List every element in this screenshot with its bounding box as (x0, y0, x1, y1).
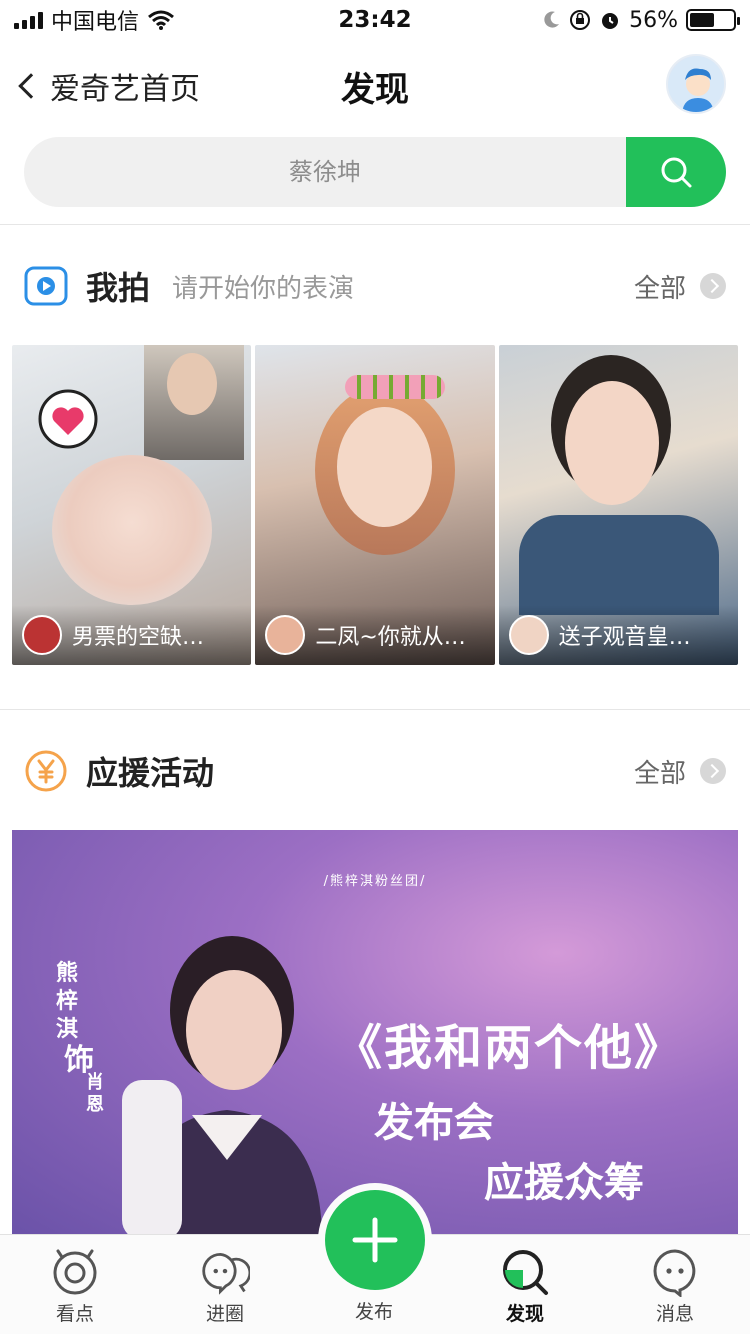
avatar[interactable] (666, 54, 726, 114)
tab-xiaoxi[interactable]: 消息 (600, 1235, 750, 1334)
chevron-left-icon (18, 73, 44, 99)
video-list: 男票的空缺… 二凤~你就从… 送子观音皇… (12, 345, 738, 665)
banner-actor-name: 熊梓淇 (56, 961, 79, 1042)
video-card[interactable]: 二凤~你就从… (255, 345, 495, 665)
tab-bar: 看点 进圈 发现 消息 发布 (0, 1183, 750, 1334)
video-title: 二凤~你就从… (315, 625, 466, 650)
banner-title: 《我和两个他》 (334, 1020, 685, 1076)
play-icon (24, 264, 68, 308)
banner-role-name: 肖恩 (86, 1072, 104, 1115)
chevron-right-icon (700, 758, 726, 784)
section-title: 我拍 (86, 269, 151, 307)
video-card[interactable]: 送子观音皇… (498, 345, 738, 665)
user-avatar-icon (668, 56, 724, 112)
chat-bubbles-icon (200, 1247, 250, 1297)
discover-icon (500, 1247, 550, 1297)
wifi-icon (148, 10, 174, 30)
yuan-icon (24, 749, 68, 793)
divider (0, 709, 750, 710)
battery-percent: 56% (629, 7, 678, 33)
divider (0, 224, 750, 225)
video-title: 男票的空缺… (72, 625, 205, 650)
section-subtitle: 请开始你的表演 (172, 273, 355, 304)
video-card[interactable]: 男票的空缺… (12, 345, 252, 665)
clothing (518, 515, 719, 615)
search-input[interactable] (24, 137, 626, 207)
section-header-woupai: 我拍 请开始你的表演 全部 (24, 261, 726, 311)
back-button[interactable]: 爱奇艺首页 (18, 64, 200, 108)
publish-label: 发布 (355, 1301, 394, 1323)
section-header-support: 应援活动 全部 (24, 746, 726, 796)
tab-label: 进圈 (205, 1303, 244, 1325)
tab-label: 消息 (655, 1303, 694, 1325)
tab-jinquan[interactable]: 进圈 (150, 1235, 300, 1334)
status-bar: 中国电信 23:42 56% (0, 0, 750, 40)
tab-kandian[interactable]: 看点 (0, 1235, 150, 1334)
video-title: 送子观音皇… (558, 625, 691, 650)
search-bar (24, 137, 726, 207)
banner-tag: /熊梓淇粉丝团/ (323, 874, 427, 889)
publish-button[interactable] (318, 1183, 432, 1297)
flower-crown (345, 375, 446, 399)
author-avatar (508, 615, 549, 655)
banner-line3: 应援众筹 (484, 1160, 644, 1206)
support-banner[interactable]: /熊梓淇粉丝团/ 熊梓淇 饰 肖恩 《我和两个他》 发布会 应援众筹 (12, 830, 738, 1240)
author-avatar (22, 615, 62, 655)
battery-icon (686, 9, 740, 31)
tab-label: 发现 (505, 1303, 544, 1325)
author-avatar (265, 615, 306, 655)
view-all-label: 全部 (633, 758, 686, 789)
carrier-label: 中国电信 (51, 10, 140, 35)
search-icon (661, 157, 692, 188)
view-all-button[interactable]: 全部 (634, 753, 726, 790)
section-title: 应援活动 (86, 754, 215, 792)
tab-label: 看点 (55, 1303, 94, 1325)
nav-bar: 爱奇艺首页 发现 (0, 44, 750, 124)
heart-sticker-icon (38, 389, 98, 449)
search-button[interactable] (626, 137, 726, 207)
banner-line2: 发布会 (374, 1100, 494, 1146)
moon-icon (544, 11, 560, 28)
chevron-right-icon (700, 273, 726, 299)
rotation-lock-icon (570, 10, 591, 30)
view-all-label: 全部 (633, 273, 686, 304)
eye-icon (50, 1247, 100, 1297)
signal-icon (14, 11, 43, 29)
tab-faxian[interactable]: 发现 (450, 1235, 600, 1334)
back-label: 爱奇艺首页 (50, 72, 200, 107)
banner-person (122, 936, 322, 1240)
plus-icon (352, 1217, 398, 1263)
view-all-button[interactable]: 全部 (634, 268, 726, 305)
alarm-icon (602, 13, 619, 29)
status-time: 23:42 (338, 7, 412, 33)
message-icon (650, 1247, 700, 1297)
